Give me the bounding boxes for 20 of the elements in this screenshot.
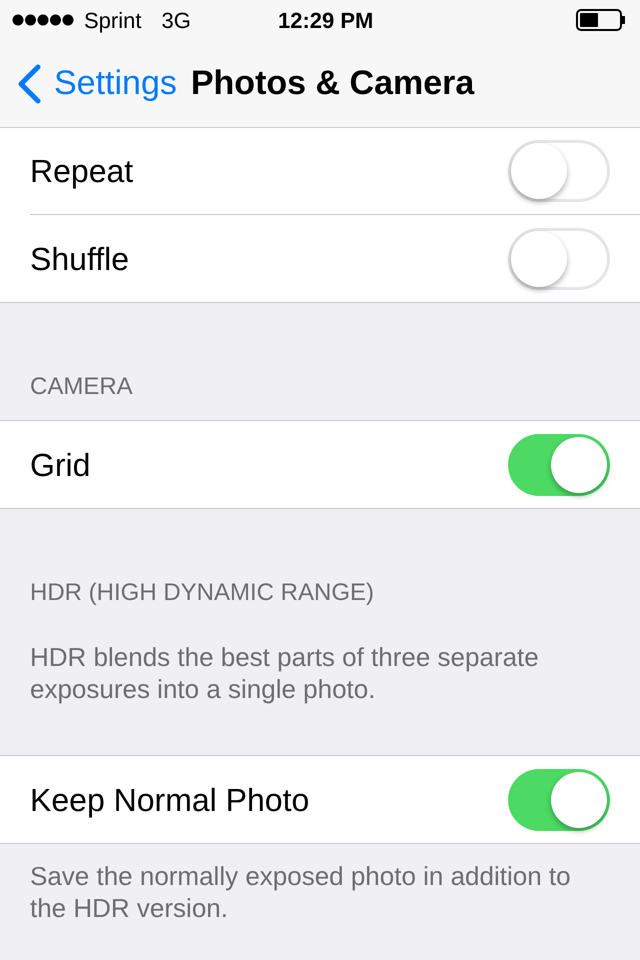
- section-footer: Save the normally exposed photo in addition to the HDR version.: [30, 860, 610, 924]
- section-description: HDR blends the best parts of three separate exposures into a single photo.: [30, 641, 540, 705]
- screen-title: Photos & Camera: [190, 63, 474, 104]
- setting-label: Keep Normal Photo: [30, 780, 310, 820]
- battery-icon: [576, 9, 626, 31]
- carrier-name: Sprint: [84, 6, 142, 35]
- section-header: CAMERA: [30, 373, 133, 400]
- network-type: 3G: [161, 6, 191, 34]
- setting-label: Shuffle: [30, 240, 130, 278]
- back-button[interactable]: Settings: [16, 58, 177, 109]
- toggle-switch[interactable]: [508, 768, 610, 830]
- toggle-switch[interactable]: [508, 140, 610, 202]
- signal-strength-icon: [12, 14, 74, 26]
- status-time: 12:29 PM: [278, 6, 374, 34]
- toggle-switch[interactable]: [508, 228, 610, 290]
- setting-label: Grid: [30, 446, 92, 484]
- section-header: HDR (HIGH DYNAMIC RANGE): [30, 579, 374, 606]
- chevron-left-icon: [16, 64, 42, 104]
- toggle-switch[interactable]: [508, 434, 610, 496]
- setting-label: Repeat: [30, 152, 134, 191]
